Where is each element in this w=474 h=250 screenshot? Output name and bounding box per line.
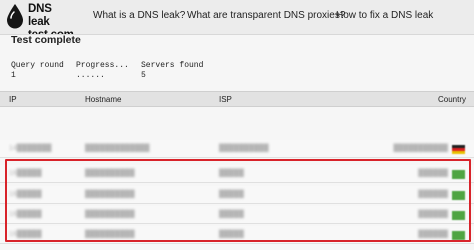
stat-value: 5 [141, 71, 146, 80]
cell-ip: 14███████ [9, 145, 52, 152]
column-header-country: Country [437, 95, 466, 104]
cell-isp: █████ [219, 231, 244, 238]
cell-hostname: ██████████ [85, 191, 135, 198]
table-row: 16█████ ██████████ █████ ██████ [0, 165, 474, 183]
cell-isp: █████ [219, 211, 244, 218]
cell-country: ███████████ [393, 145, 448, 152]
stat-query-round: Query round 1 [11, 61, 64, 81]
cell-hostname: ██████████ [85, 231, 135, 238]
green-flag-icon [452, 231, 465, 240]
table-header: IP Hostname ISP Country [0, 91, 474, 107]
stat-value: 1 [11, 71, 16, 80]
cell-ip: 16█████ [9, 231, 42, 238]
stat-value: ...... [76, 71, 105, 80]
stat-label: Servers found [141, 61, 204, 70]
table-row: 16█████ ██████████ █████ ██████ [0, 226, 474, 244]
stat-label: Query round [11, 61, 64, 70]
table-row: 14███████ █████████████ ██████████ █████… [0, 140, 474, 158]
cell-ip: 16█████ [9, 191, 42, 198]
cell-hostname: ██████████ [85, 211, 135, 218]
cell-ip: 16█████ [9, 170, 42, 177]
page-title: Test complete [11, 34, 81, 46]
cell-isp: █████ [219, 191, 244, 198]
nav-what-is-dns-leak[interactable]: What is a DNS leak? [93, 10, 185, 21]
cell-country: ██████ [418, 211, 448, 218]
site-header: DNS leak test.com What is a DNS leak? Wh… [0, 0, 474, 41]
dns-drop-icon [7, 4, 23, 29]
cell-ip: 16█████ [9, 211, 42, 218]
cell-country: ██████ [418, 170, 448, 177]
column-header-isp: ISP [219, 95, 232, 104]
de-flag-icon [452, 145, 465, 154]
table-row: 16█████ ██████████ █████ ██████ [0, 186, 474, 204]
green-flag-icon [452, 191, 465, 200]
nav-transparent-dns-proxies[interactable]: What are transparent DNS proxies? [187, 10, 345, 21]
column-header-hostname: Hostname [85, 95, 122, 104]
cell-hostname: ██████████ [85, 170, 135, 177]
cell-country: ██████ [418, 191, 448, 198]
cell-country: ██████ [418, 231, 448, 238]
green-flag-icon [452, 170, 465, 179]
stat-progress: Progress... ...... [76, 61, 129, 81]
cell-isp: █████ [219, 170, 244, 177]
cell-isp: ██████████ [219, 145, 269, 152]
site-logo[interactable]: DNS leak test.com [6, 3, 76, 41]
green-flag-icon [452, 211, 465, 220]
stat-servers-found: Servers found 5 [141, 61, 203, 81]
table-row: 16█████ ██████████ █████ ██████ [0, 206, 474, 224]
stat-label: Progress... [76, 61, 129, 70]
column-header-ip: IP [9, 95, 17, 104]
cell-hostname: █████████████ [85, 145, 150, 152]
logo-line-1: DNS leak [28, 3, 52, 28]
nav-fix-dns-leak[interactable]: How to fix a DNS leak [336, 10, 433, 21]
